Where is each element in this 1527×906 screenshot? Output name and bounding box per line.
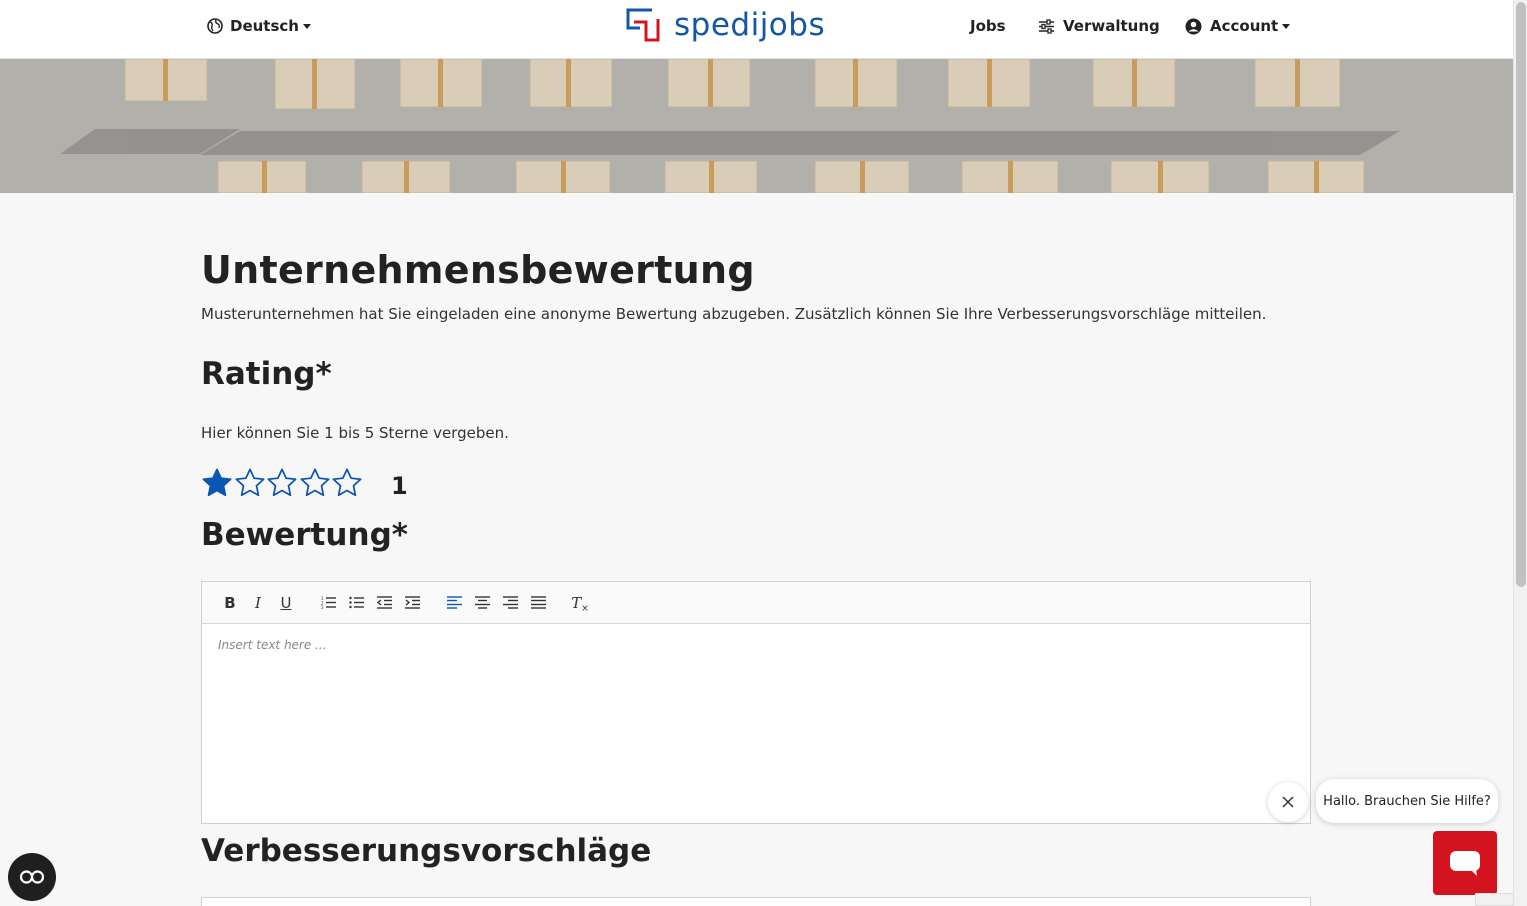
nav-account-dropdown[interactable]: Account: [1185, 17, 1291, 35]
align-justify-button[interactable]: [524, 589, 552, 617]
underline-button[interactable]: U: [272, 589, 300, 617]
ordered-list-button[interactable]: 1 2 3: [314, 589, 342, 617]
ordered-list-icon: 1 2 3: [321, 596, 336, 609]
review-text-area[interactable]: Insert text here ...: [202, 624, 1310, 666]
language-dropdown[interactable]: Deutsch: [207, 17, 311, 35]
clear-format-label: T: [571, 593, 582, 612]
nav-verwaltung-label: Verwaltung: [1063, 17, 1160, 35]
caret-down-icon: [1282, 23, 1291, 29]
outdent-icon: [376, 596, 392, 609]
logo-mark-icon: [626, 8, 660, 42]
suggestions-editor[interactable]: [201, 897, 1311, 906]
user-circle-icon: [1185, 18, 1202, 34]
page-scrollbar[interactable]: [1513, 0, 1527, 906]
close-icon: [1282, 796, 1294, 808]
bullet-list-button[interactable]: [342, 589, 370, 617]
star-5-icon[interactable]: [331, 467, 363, 499]
accessibility-icon: [19, 870, 45, 884]
star-1-icon[interactable]: [201, 467, 233, 499]
nav-verwaltung[interactable]: Verwaltung: [1038, 17, 1160, 35]
star-2-icon[interactable]: [234, 467, 266, 499]
top-navbar: Deutsch spedijobs Jobs Verwaltung Accoun…: [0, 0, 1513, 59]
clear-format-button[interactable]: T×: [566, 589, 594, 617]
star-rating-input[interactable]: [201, 467, 364, 499]
align-right-icon: [502, 596, 518, 609]
align-right-button[interactable]: [496, 589, 524, 617]
nav-account-label: Account: [1210, 17, 1279, 35]
editor-toolbar: B I U 1 2 3 T×: [202, 582, 1310, 624]
italic-label: I: [255, 593, 261, 612]
review-placeholder: Insert text here ...: [218, 638, 327, 652]
chat-close-button[interactable]: [1268, 782, 1308, 822]
page-title: Unternehmensbewertung: [201, 248, 755, 292]
align-center-icon: [474, 596, 490, 609]
caret-down-icon: [302, 23, 311, 29]
bold-label: B: [224, 593, 236, 612]
suggestions-heading: Verbesserungsvorschläge: [201, 833, 652, 869]
svg-text:3: 3: [321, 605, 324, 609]
chat-launcher-button[interactable]: [1433, 831, 1497, 895]
accessibility-button[interactable]: [8, 853, 56, 901]
brand-logo[interactable]: spedijobs: [626, 6, 825, 44]
logo-text: spedijobs: [674, 7, 826, 43]
hero-boxes-illustration: [0, 59, 1513, 193]
underline-label: U: [280, 593, 292, 612]
review-heading: Bewertung*: [201, 517, 408, 553]
clear-format-icon: T×: [571, 593, 589, 614]
review-rich-text-editor: B I U 1 2 3 T× Insert text here ...: [201, 581, 1311, 824]
bullet-list-icon: [348, 596, 364, 609]
chat-greeting-bubble[interactable]: Hallo. Brauchen Sie Hilfe?: [1316, 779, 1498, 823]
sliders-icon: [1039, 18, 1054, 34]
indent-button[interactable]: [398, 589, 426, 617]
globe-icon: [207, 18, 223, 34]
align-left-button[interactable]: [440, 589, 468, 617]
rating-hint: Hier können Sie 1 bis 5 Sterne vergeben.: [201, 424, 509, 442]
align-center-button[interactable]: [468, 589, 496, 617]
language-label: Deutsch: [230, 17, 299, 35]
chat-icon: [1450, 851, 1480, 876]
nav-jobs[interactable]: Jobs: [970, 17, 1006, 35]
star-3-icon[interactable]: [266, 467, 298, 499]
chat-greeting-text: Hallo. Brauchen Sie Hilfe?: [1323, 793, 1491, 809]
hero-banner-image: [0, 59, 1513, 193]
outdent-button[interactable]: [370, 589, 398, 617]
italic-button[interactable]: I: [244, 589, 272, 617]
align-left-icon: [446, 596, 462, 609]
nav-jobs-label: Jobs: [970, 17, 1006, 35]
indent-icon: [404, 596, 420, 609]
bold-button[interactable]: B: [216, 589, 244, 617]
scrollbar-thumb[interactable]: [1516, 2, 1526, 587]
rating-heading: Rating*: [201, 356, 332, 392]
star-4-icon[interactable]: [299, 467, 331, 499]
align-justify-icon: [530, 596, 546, 609]
page-intro-text: Musterunternehmen hat Sie eingeladen ein…: [201, 305, 1267, 323]
rating-value: 1: [391, 472, 408, 500]
